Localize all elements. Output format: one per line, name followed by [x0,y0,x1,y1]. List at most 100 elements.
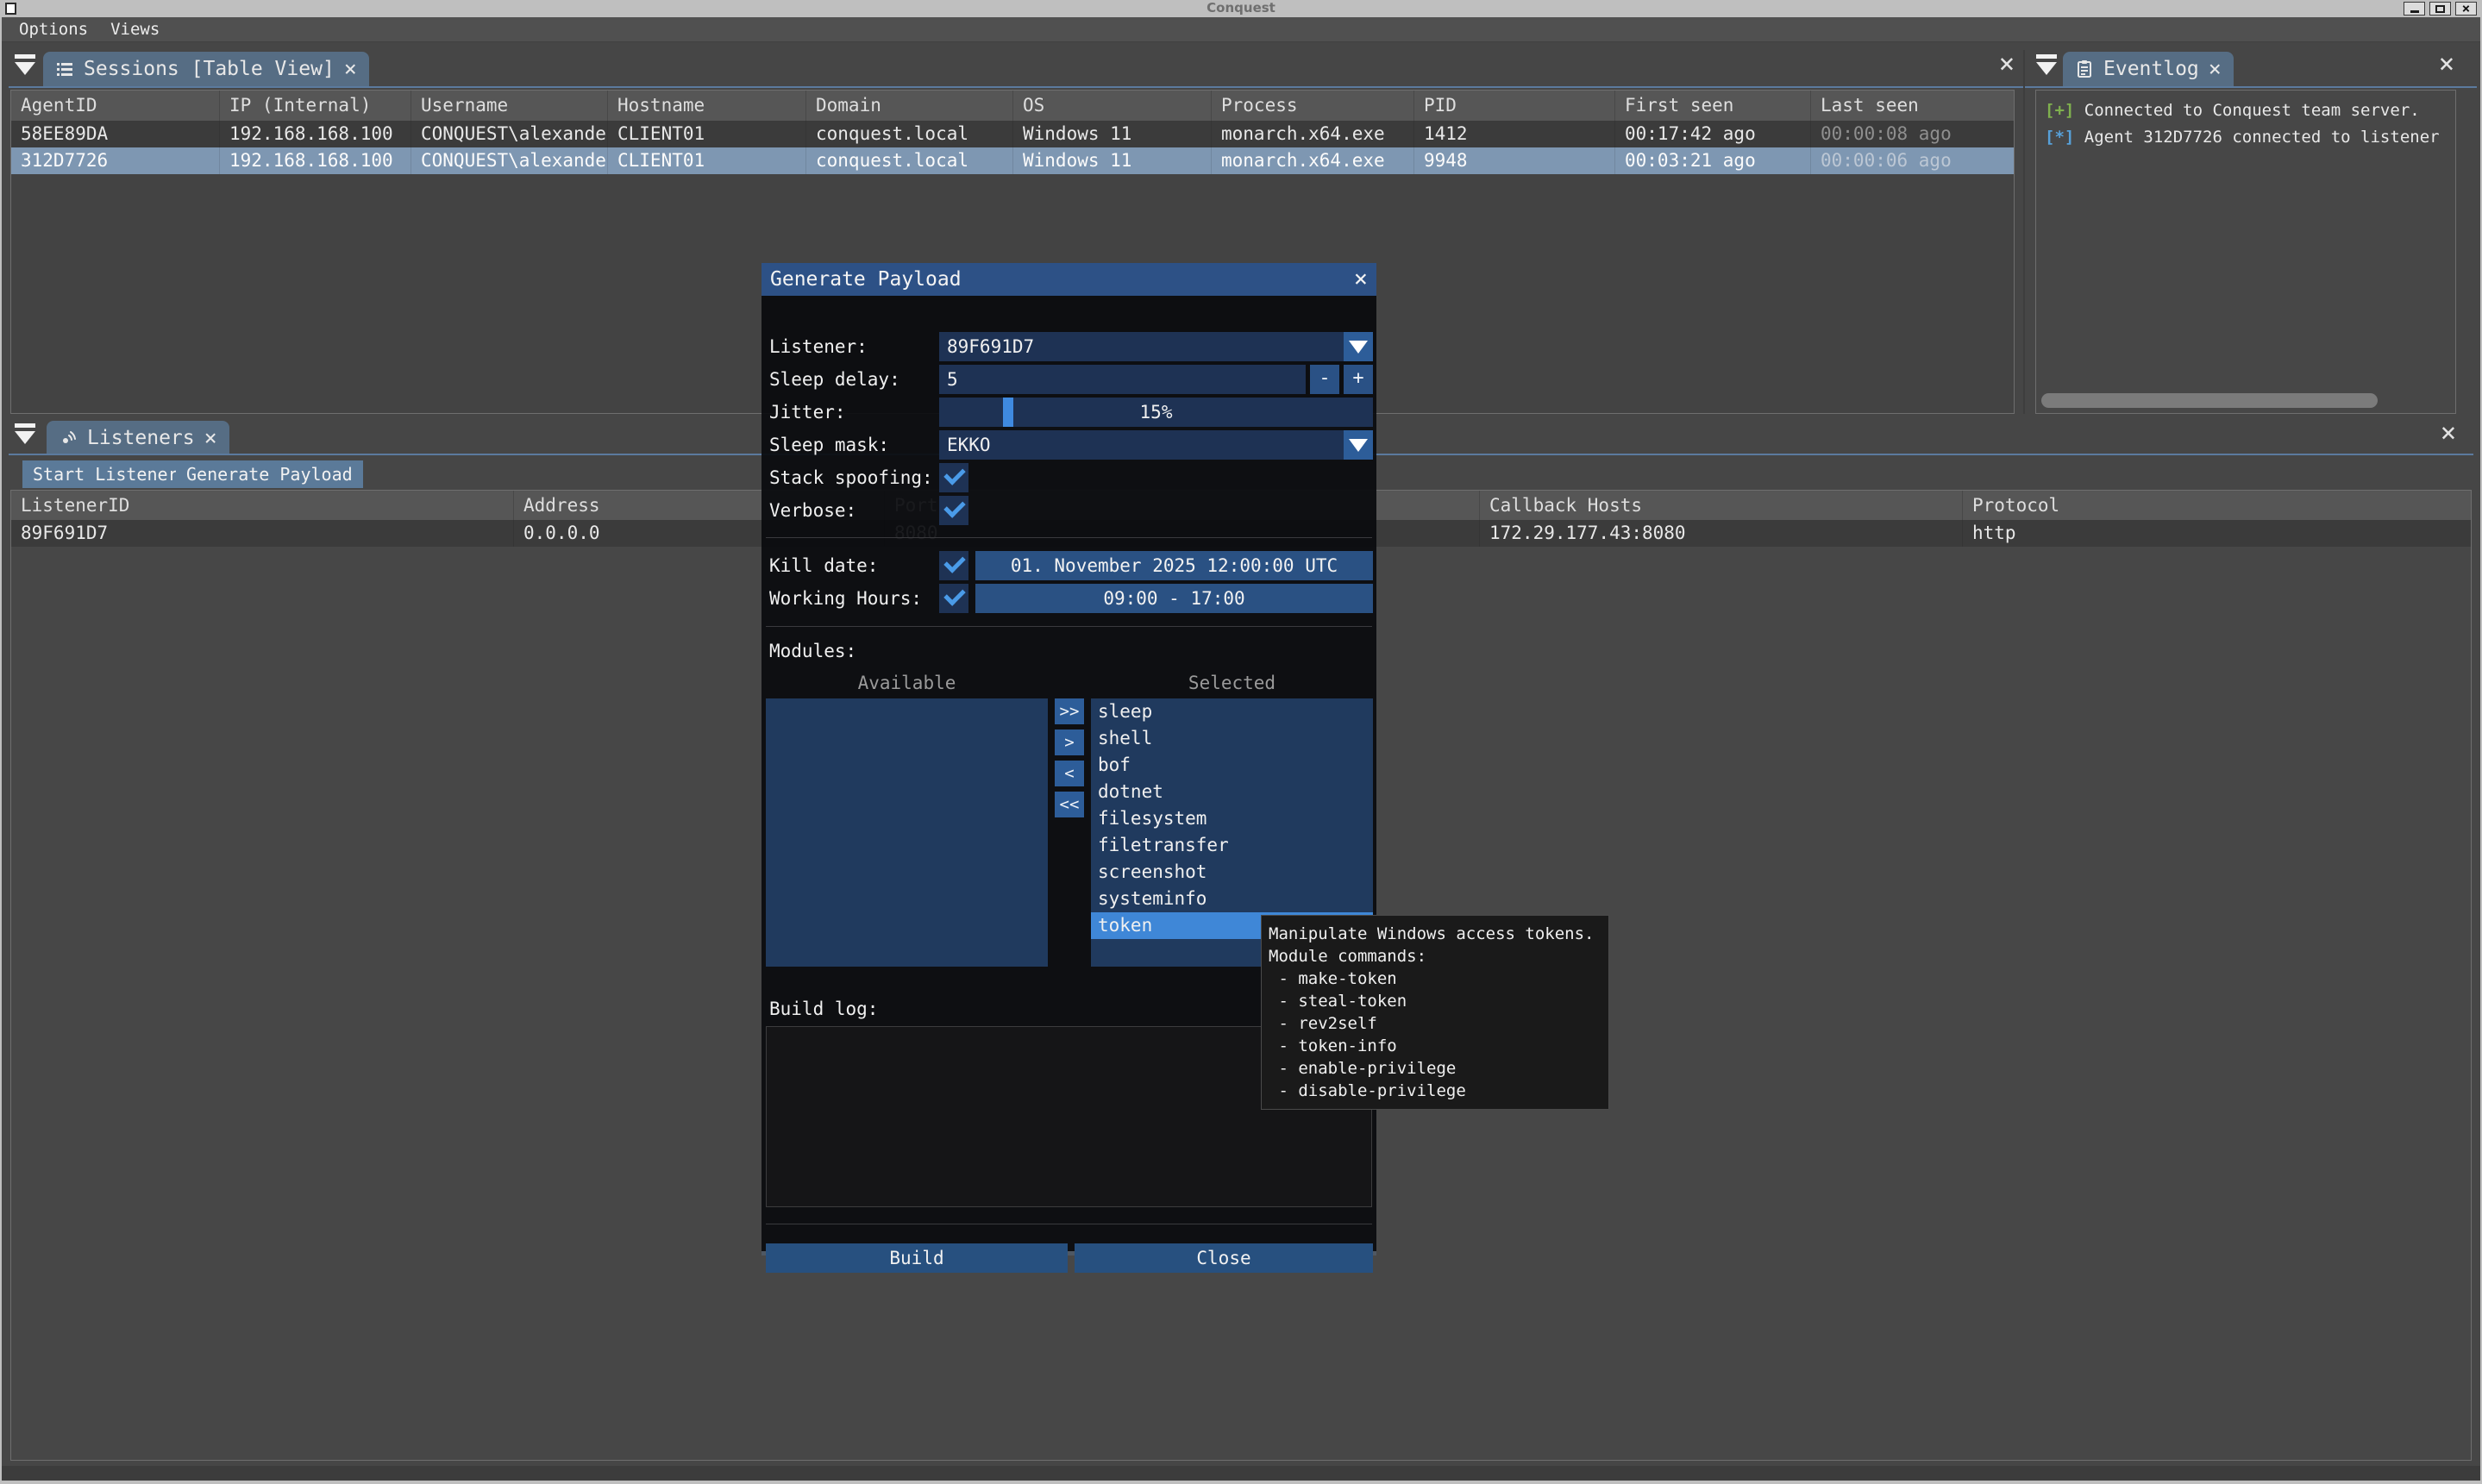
module-item-dotnet[interactable]: dotnet [1091,779,1373,805]
move-left-button[interactable]: < [1055,761,1084,786]
chevron-down-icon[interactable] [1344,332,1373,361]
sleep-mask-label: Sleep mask: [769,430,889,460]
module-item-screenshot[interactable]: screenshot [1091,859,1373,886]
sleep-mask-select[interactable]: EKKO [939,430,1373,460]
menu-item-options[interactable]: Options [19,20,88,39]
dock-float-icon[interactable] [12,423,38,446]
status-strip [2,1466,2480,1481]
cell: Windows 11 [1013,147,1212,174]
column-header[interactable]: First seen [1615,91,1811,121]
jitter-slider[interactable]: 15% [939,398,1373,427]
generate-payload-button[interactable]: Generate Payload [176,460,363,488]
jitter-label: Jitter: [769,398,846,427]
sessions-table-header: AgentIDIP (Internal)UsernameHostnameDoma… [11,91,2014,121]
column-header[interactable]: AgentID [11,91,220,121]
dock-float-icon[interactable] [2034,53,2059,77]
tab-listeners-close-icon[interactable]: × [204,429,217,448]
module-item-sleep[interactable]: sleep [1091,698,1373,725]
tab-eventlog-close-icon[interactable]: × [2209,59,2222,78]
cell: 172.29.177.43:8080 [1480,520,1963,547]
dialog-title-bar[interactable]: Generate Payload × [762,263,1376,296]
module-item-filetransfer[interactable]: filetransfer [1091,832,1373,859]
kill-date-checkbox[interactable] [939,551,968,580]
close-button[interactable]: Close [1075,1243,1373,1273]
modules-label: Modules: [769,636,856,666]
column-header[interactable]: PID [1414,91,1615,121]
maximize-button[interactable] [2429,2,2451,16]
kill-date-picker[interactable]: 01. November 2025 12:00:00 UTC [975,551,1373,580]
move-right-button[interactable]: > [1055,729,1084,755]
tooltip-line: - enable-privilege [1269,1057,1601,1080]
maximize-icon [2435,5,2445,13]
cell: 00:17:42 ago [1615,121,1811,147]
close-icon: × [2462,3,2471,15]
minimize-icon [2410,10,2419,13]
log-text: Connected to Conquest team server. [2074,101,2419,120]
working-hours-checkbox[interactable] [939,584,968,613]
move-all-right-button[interactable]: >> [1055,698,1084,724]
top-dock-accent-line [9,86,2477,88]
available-modules-list[interactable] [766,698,1048,967]
column-header[interactable]: IP (Internal) [220,91,411,121]
eventlog-lines: [+] Connected to Conquest team server.[*… [2045,97,2447,151]
broadcast-icon [59,429,78,448]
module-item-systeminfo[interactable]: systeminfo [1091,886,1373,912]
log-prefix: [*] [2045,128,2074,147]
column-header[interactable]: Last seen [1811,91,2015,121]
tab-sessions[interactable]: Sessions [Table View] × [43,52,369,86]
column-header[interactable]: Process [1212,91,1414,121]
cell: http [1963,520,2472,547]
minimize-button[interactable] [2404,2,2425,16]
column-header[interactable]: Domain [806,91,1013,121]
verbose-checkbox[interactable] [939,496,968,525]
listener-select[interactable]: 89F691D7 [939,332,1373,361]
stack-spoofing-checkbox[interactable] [939,463,968,492]
tab-listeners[interactable]: Listeners × [47,421,229,455]
column-header[interactable]: Username [411,91,608,121]
column-header[interactable]: Hostname [608,91,806,121]
column-header[interactable]: ListenerID [11,491,514,520]
tooltip-line: - token-info [1269,1035,1601,1057]
working-hours-picker[interactable]: 09:00 - 17:00 [975,584,1373,613]
sleep-delay-decrement-button[interactable]: - [1310,365,1339,394]
selected-modules-header: Selected [1091,673,1373,693]
cell: 1412 [1414,121,1615,147]
column-header[interactable]: Callback Hosts [1480,491,1963,520]
module-item-bof[interactable]: bof [1091,752,1373,779]
dialog-close-icon[interactable]: × [1354,263,1368,296]
table-row[interactable]: 312D7726192.168.168.100CONQUEST\alexande… [11,147,2014,174]
move-all-left-button[interactable]: << [1055,792,1084,817]
close-window-button[interactable]: × [2455,2,2477,16]
listeners-panel-close-button[interactable]: × [2437,423,2460,445]
column-header[interactable]: Protocol [1963,491,2472,520]
build-button[interactable]: Build [766,1243,1068,1273]
clipboard-icon [2075,59,2094,78]
menu-item-views[interactable]: Views [110,20,160,39]
sessions-panel-close-button[interactable]: × [1996,53,2018,76]
tab-eventlog-label: Eventlog [2103,58,2199,80]
module-item-shell[interactable]: shell [1091,725,1373,752]
tooltip-line: Manipulate Windows access tokens. [1269,923,1601,945]
eventlog-panel-close-button[interactable]: × [2435,53,2458,76]
module-tooltip: Manipulate Windows access tokens.Module … [1261,915,1609,1110]
cell: 192.168.168.100 [220,147,411,174]
table-row[interactable]: 58EE89DA192.168.168.100CONQUEST\alexande… [11,121,2014,147]
chevron-down-icon[interactable] [1344,430,1373,460]
cell: conquest.local [806,121,1013,147]
tab-sessions-label: Sessions [Table View] [84,58,335,80]
start-listener-button[interactable]: Start Listener [22,460,189,488]
cell: CLIENT01 [608,121,806,147]
tab-sessions-close-icon[interactable]: × [344,59,357,78]
cell: 58EE89DA [11,121,220,147]
column-header[interactable]: OS [1013,91,1212,121]
module-item-filesystem[interactable]: filesystem [1091,805,1373,832]
dock-float-icon[interactable] [12,53,38,77]
sleep-delay-input[interactable]: 5 [939,365,1306,394]
eventlog-horizontal-scrollbar[interactable] [2041,393,2378,408]
tooltip-line: Module commands: [1269,945,1601,967]
tab-eventlog[interactable]: Eventlog × [2063,52,2234,86]
log-prefix: [+] [2045,101,2074,120]
top-dock-splitter[interactable] [2023,50,2025,414]
sleep-delay-increment-button[interactable]: + [1344,365,1373,394]
cell: CONQUEST\alexander [411,121,608,147]
